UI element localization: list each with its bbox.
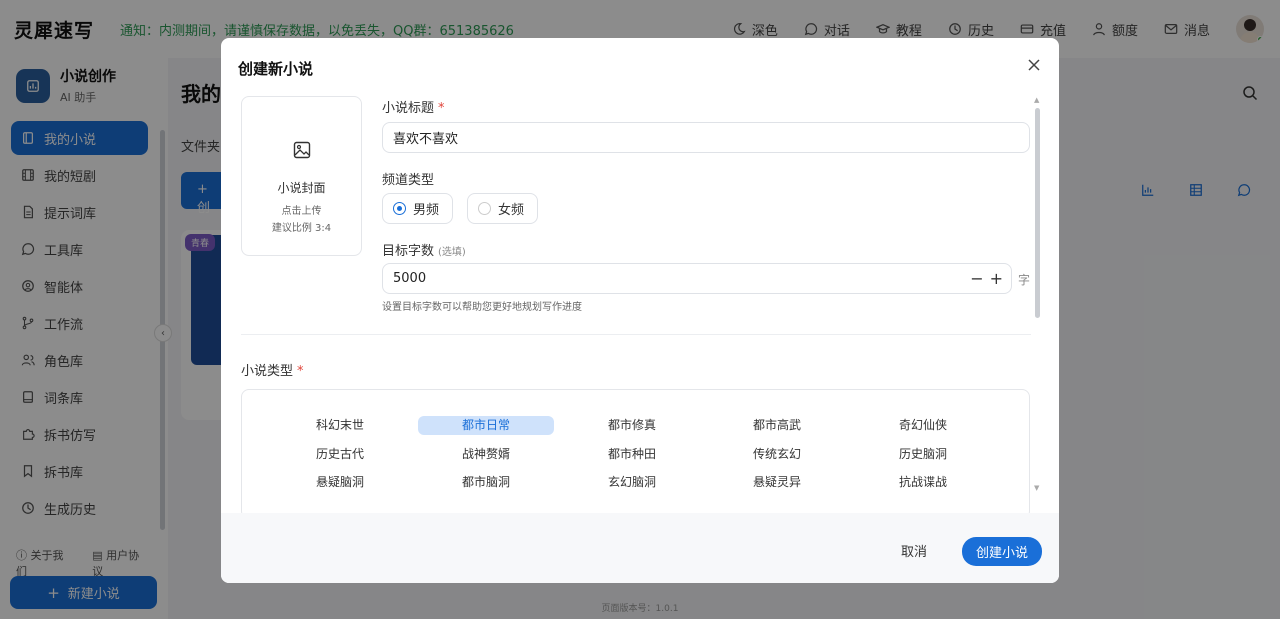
radio-male-channel[interactable]: 男频 xyxy=(382,193,453,224)
cancel-button[interactable]: 取消 xyxy=(901,541,927,560)
genre-option-selected[interactable]: 都市日常 xyxy=(418,416,554,435)
image-icon xyxy=(293,141,310,159)
decrement-button[interactable]: − xyxy=(970,269,983,288)
cover-label: 小说封面 xyxy=(277,181,326,195)
genre-option[interactable]: 抗战谍战 xyxy=(855,473,991,492)
dialog-footer: 取消 创建小说 xyxy=(221,513,1059,583)
genre-option[interactable]: 悬疑脑洞 xyxy=(272,473,408,492)
radio-label: 女频 xyxy=(498,203,525,218)
target-words-label: 目标字数 (选填) xyxy=(382,240,466,259)
required-mark: * xyxy=(438,101,445,116)
radio-selected-icon xyxy=(393,202,406,215)
target-words-input[interactable]: 5000 − + xyxy=(382,263,1012,294)
optional-tag: (选填) xyxy=(438,247,466,258)
genre-option[interactable]: 奇幻仙侠 xyxy=(855,416,991,435)
genre-grid: 科幻末世 都市日常 都市修真 都市高武 奇幻仙侠 历史古代 战神赘婿 都市种田 … xyxy=(241,389,1030,519)
required-mark: * xyxy=(297,364,304,379)
dialog-title: 创建新小说 xyxy=(238,60,314,78)
genre-label-text: 小说类型 xyxy=(241,364,294,379)
target-words-unit: 字 xyxy=(1018,273,1031,287)
cover-hint-ratio: 建议比例 3:4 xyxy=(271,223,332,234)
create-novel-dialog: 创建新小说 小说封面 点击上传 建议比例 3:4 小说标题 * 喜欢不喜欢 频道类… xyxy=(221,38,1059,583)
title-label-text: 小说标题 xyxy=(382,101,435,116)
target-words-value: 5000 xyxy=(393,271,427,286)
increment-button[interactable]: + xyxy=(990,269,1003,288)
genre-option[interactable]: 都市脑洞 xyxy=(418,473,554,492)
close-icon[interactable] xyxy=(1027,58,1041,72)
genre-option[interactable]: 悬疑灵异 xyxy=(709,473,845,492)
radio-unselected-icon xyxy=(478,202,491,215)
genre-option[interactable]: 科幻末世 xyxy=(272,416,408,435)
genre-option[interactable]: 传统玄幻 xyxy=(709,445,845,464)
target-words-stepper: − + xyxy=(964,264,1003,293)
genre-option[interactable]: 都市修真 xyxy=(564,416,700,435)
create-novel-button[interactable]: 创建小说 xyxy=(962,537,1042,566)
title-field-label: 小说标题 * xyxy=(382,97,445,116)
target-words-hint: 设置目标字数可以帮助您更好地规划写作进度 xyxy=(382,302,582,313)
cover-hint-upload: 点击上传 xyxy=(281,206,322,217)
genre-field-label: 小说类型 * xyxy=(241,360,304,379)
cover-upload[interactable]: 小说封面 点击上传 建议比例 3:4 xyxy=(241,96,362,256)
radio-label: 男频 xyxy=(413,203,440,218)
channel-field-label: 频道类型 xyxy=(382,173,435,188)
genre-option[interactable]: 都市种田 xyxy=(564,445,700,464)
dialog-scrollbar[interactable]: ▲ ▼ xyxy=(1034,96,1040,494)
genre-option[interactable]: 战神赘婿 xyxy=(418,445,554,464)
target-label-text: 目标字数 xyxy=(382,244,435,259)
section-divider xyxy=(241,334,1031,335)
genre-option[interactable]: 都市高武 xyxy=(709,416,845,435)
title-input[interactable]: 喜欢不喜欢 xyxy=(382,122,1030,153)
genre-option[interactable]: 玄幻脑洞 xyxy=(564,473,700,492)
genre-option[interactable]: 历史脑洞 xyxy=(855,445,991,464)
genre-option[interactable]: 历史古代 xyxy=(272,445,408,464)
radio-female-channel[interactable]: 女频 xyxy=(467,193,538,224)
